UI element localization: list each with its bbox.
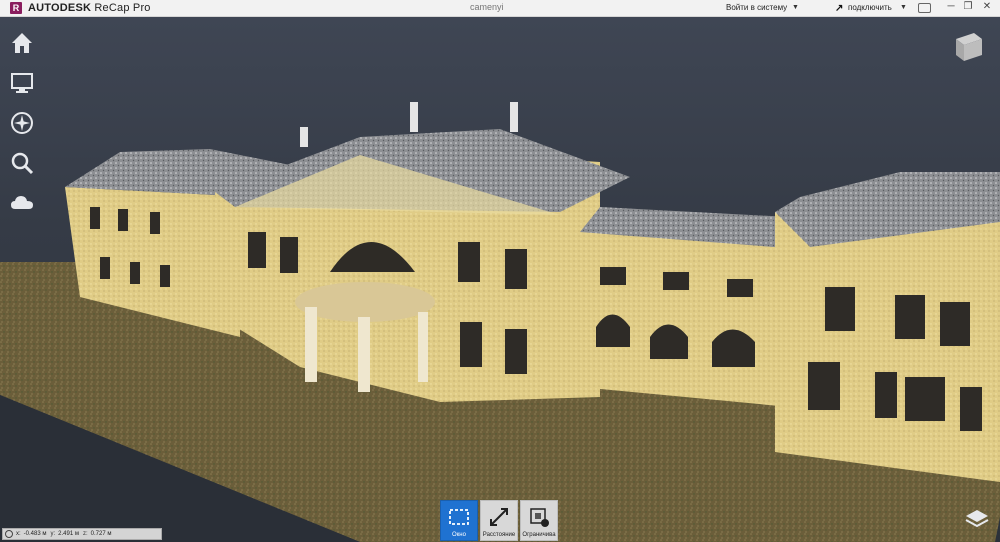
- home-icon[interactable]: [6, 27, 38, 59]
- x-value: -0.483 м: [23, 531, 47, 537]
- connect-menu[interactable]: подключить: [848, 3, 892, 12]
- login-menu[interactable]: Войти в систему: [726, 3, 787, 12]
- layers-icon[interactable]: [964, 508, 990, 530]
- connect-icon[interactable]: ↗: [835, 3, 843, 14]
- minimize-icon[interactable]: ─: [944, 1, 958, 12]
- window-select-icon: [449, 509, 469, 525]
- clip-box-tool[interactable]: Ограничива: [520, 500, 558, 541]
- z-label: z:: [82, 531, 88, 537]
- clip-box-label: Ограничива: [522, 532, 556, 538]
- cloud-icon[interactable]: [6, 187, 38, 219]
- x-label: x:: [16, 531, 21, 537]
- point-cloud-viewport[interactable]: Окно Расстояние Ограничива x: -0.483 м y…: [0, 17, 1000, 542]
- chevron-down-icon[interactable]: ▼: [792, 4, 799, 11]
- recap-logo-icon: R: [10, 2, 22, 14]
- distance-icon: [490, 508, 508, 526]
- crosshair-icon: [5, 530, 13, 538]
- y-label: y:: [50, 531, 56, 537]
- left-navigation: [6, 27, 38, 227]
- coordinates-readout: x: -0.483 м y: 2.491 м z: 0.727 м: [2, 528, 162, 540]
- app-name: AUTODESK ReCap Pro: [28, 2, 151, 14]
- restore-icon[interactable]: ❐: [961, 1, 975, 12]
- distance-label: Расстояние: [482, 532, 516, 538]
- display-icon[interactable]: [6, 67, 38, 99]
- distance-tool[interactable]: Расстояние: [480, 500, 518, 541]
- clip-box-icon: [530, 508, 549, 527]
- bottom-toolbar: Окно Расстояние Ограничива: [440, 500, 558, 541]
- window-select-tool[interactable]: Окно: [440, 500, 478, 541]
- z-value: 0.727 м: [90, 531, 112, 537]
- product-label: ReCap Pro: [94, 2, 151, 14]
- y-value: 2.491 м: [58, 531, 79, 537]
- document-title: camenyi: [470, 2, 504, 12]
- chat-icon[interactable]: [918, 3, 931, 13]
- brand-label: AUTODESK: [28, 2, 92, 14]
- window-select-label: Окно: [452, 532, 466, 538]
- search-icon[interactable]: [6, 147, 38, 179]
- navigation-icon[interactable]: [6, 107, 38, 139]
- point-cloud-scene: [0, 102, 1000, 542]
- close-icon[interactable]: ✕: [980, 1, 994, 12]
- title-bar: R AUTODESK ReCap Pro camenyi Войти в сис…: [0, 0, 1000, 17]
- viewcube-icon[interactable]: [950, 29, 986, 65]
- chevron-down-icon[interactable]: ▼: [900, 4, 907, 11]
